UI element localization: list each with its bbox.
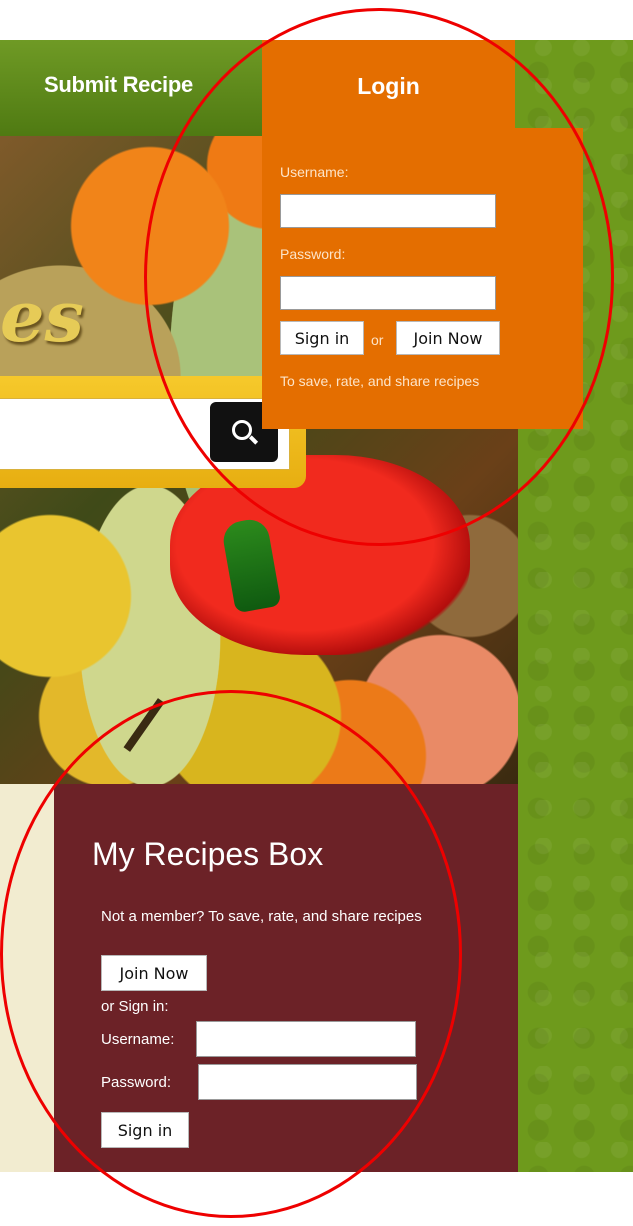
left-cream-column — [0, 784, 54, 1172]
login-password-input[interactable] — [280, 276, 496, 310]
recipes-box-username-input[interactable] — [196, 1021, 416, 1057]
login-tab-label: Login — [357, 73, 420, 99]
login-join-now-button[interactable]: Join Now — [396, 321, 500, 355]
login-username-input[interactable] — [280, 194, 496, 228]
search-icon — [232, 420, 252, 440]
recipes-box-join-now-button[interactable]: Join Now — [101, 955, 207, 991]
recipes-box-password-input[interactable] — [198, 1064, 417, 1100]
recipes-box-password-label: Password: — [101, 1074, 172, 1091]
recipes-box-title: My Recipes Box — [92, 836, 324, 872]
login-username-label: Username: — [280, 164, 349, 180]
recipes-box-sign-in-button[interactable]: Sign in — [101, 1112, 189, 1148]
recipes-box-username-label: Username: — [101, 1031, 175, 1048]
nav-submit-recipe[interactable]: Submit Recipe — [44, 72, 193, 98]
login-password-label: Password: — [280, 246, 346, 262]
site-logo-fragment: es — [0, 275, 84, 358]
login-panel: Username: Password: Sign in or Join Now … — [262, 128, 583, 429]
recipes-box-intro: Not a member? To save, rate, and share r… — [101, 908, 422, 925]
login-tab[interactable]: Login — [262, 40, 515, 128]
recipes-box-or-sign-in: or Sign in: — [101, 998, 169, 1015]
login-sign-in-button[interactable]: Sign in — [280, 321, 364, 355]
login-or-text: or — [371, 332, 384, 348]
login-note: To save, rate, and share recipes — [280, 373, 480, 389]
